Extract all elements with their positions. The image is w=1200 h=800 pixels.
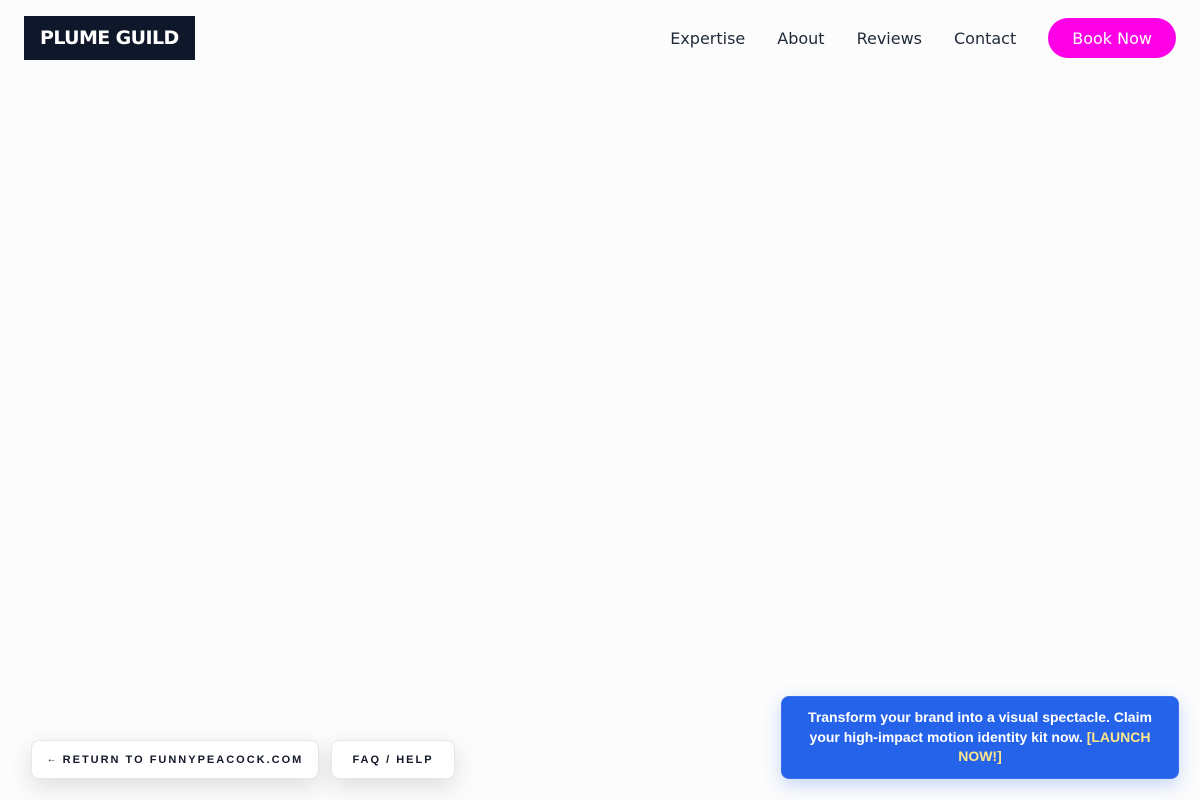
nav-link-reviews[interactable]: Reviews bbox=[857, 29, 922, 48]
faq-help-button[interactable]: FAQ / HELP bbox=[331, 740, 455, 779]
nav-link-contact[interactable]: Contact bbox=[954, 29, 1016, 48]
faq-button-label: FAQ / HELP bbox=[352, 753, 434, 766]
site-header: PLUME GUILD Expertise About Reviews Cont… bbox=[0, 0, 1200, 76]
nav-link-expertise[interactable]: Expertise bbox=[670, 29, 745, 48]
promo-banner[interactable]: Transform your brand into a visual spect… bbox=[781, 696, 1179, 779]
page: PLUME GUILD Expertise About Reviews Cont… bbox=[0, 0, 1200, 800]
book-now-button[interactable]: Book Now bbox=[1048, 18, 1176, 58]
return-button-label: RETURN TO FUNNYPEACOCK.COM bbox=[62, 753, 304, 766]
nav-link-about[interactable]: About bbox=[777, 29, 824, 48]
arrow-left-icon: ← bbox=[46, 754, 57, 765]
return-to-site-button[interactable]: ← RETURN TO FUNNYPEACOCK.COM bbox=[31, 740, 319, 779]
site-logo[interactable]: PLUME GUILD bbox=[24, 16, 195, 60]
main-nav: Expertise About Reviews Contact Book Now bbox=[670, 18, 1176, 58]
